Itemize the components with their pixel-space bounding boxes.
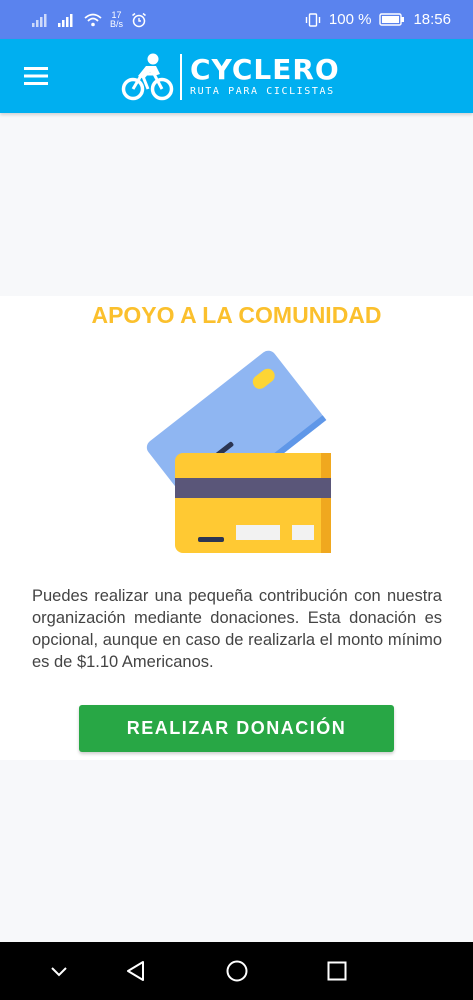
wifi-icon (84, 13, 102, 26)
page-title: APOYO A LA COMUNIDAD (91, 302, 382, 328)
logo-text: CYCLERO RUTA PARA CICLISTAS (190, 55, 340, 99)
donate-button[interactable]: REALIZAR DONACIÓN (79, 705, 394, 752)
signal-icon (58, 13, 73, 27)
logo-subtitle: RUTA PARA CICLISTAS (190, 86, 335, 97)
menu-button[interactable] (22, 65, 50, 87)
alarm-icon (132, 12, 146, 27)
vibrate-icon (305, 12, 321, 27)
back-icon (127, 961, 144, 981)
hide-keyboard-button[interactable] (46, 958, 72, 984)
app-logo: CYCLERO RUTA PARA CICLISTAS (120, 49, 340, 105)
logo-separator (180, 54, 182, 100)
credit-cards-illustration (146, 350, 331, 553)
battery-icon (379, 13, 405, 26)
status-left: 17 B/s (32, 10, 147, 29)
clock: 18:56 (413, 11, 451, 28)
menu-icon (24, 67, 48, 85)
system-nav-bar (0, 942, 473, 1000)
cyclist-logo-icon (121, 53, 174, 101)
logo-title: CYCLERO (190, 53, 340, 86)
signal-icon (32, 13, 47, 27)
status-right: 100 % 18:56 (305, 11, 451, 28)
back-button[interactable] (123, 958, 149, 984)
network-speed: 17 B/s (110, 10, 124, 29)
chevron-down-icon (51, 967, 67, 977)
status-bar: 17 B/s 100 % 18:56 (0, 0, 473, 39)
app-bar: CYCLERO RUTA PARA CICLISTAS (0, 39, 473, 113)
recents-button[interactable] (324, 958, 350, 984)
battery-percent: 100 % (328, 11, 372, 28)
donation-description: Puedes realizar una pequeña contribución… (32, 587, 442, 671)
speed-unit: B/s (110, 18, 124, 29)
home-button[interactable] (224, 958, 250, 984)
recents-icon (327, 961, 347, 981)
home-icon (226, 960, 248, 982)
